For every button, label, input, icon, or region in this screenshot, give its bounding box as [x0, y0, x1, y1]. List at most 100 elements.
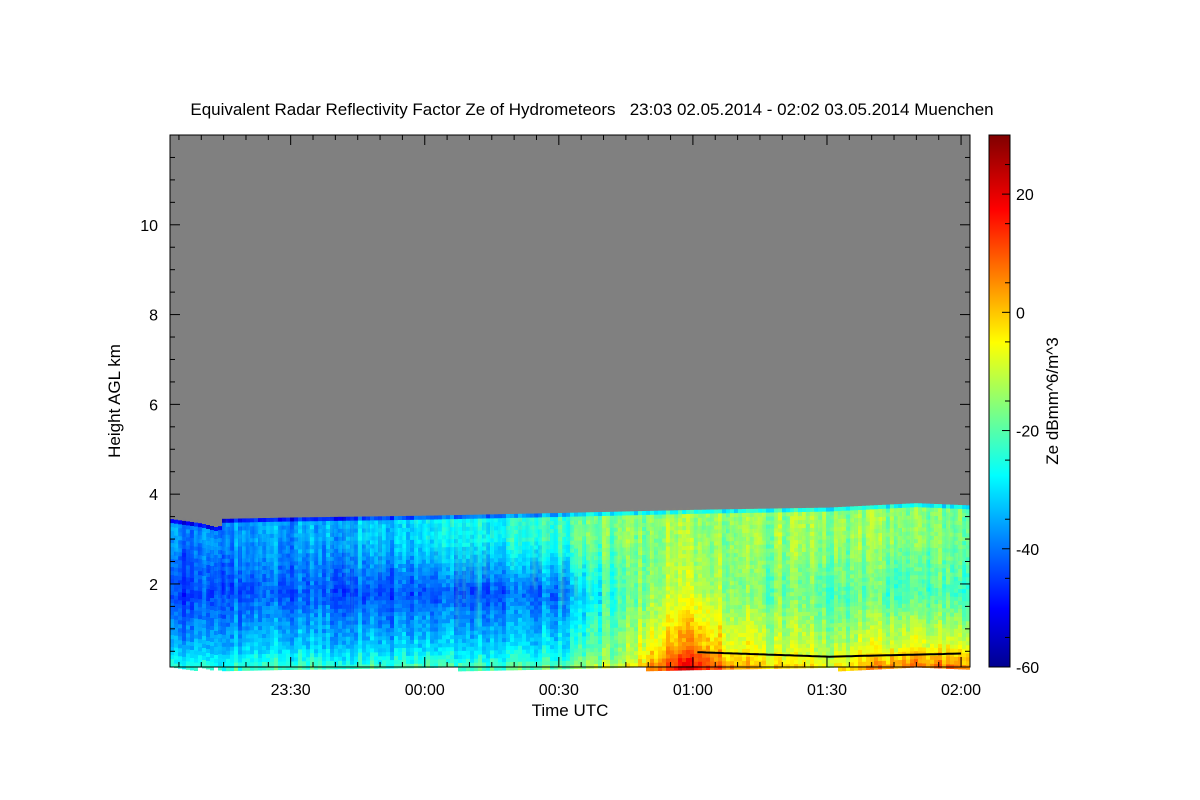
ze-cell — [270, 617, 274, 623]
ze-cell — [578, 616, 582, 621]
ze-cell — [530, 637, 534, 642]
ze-cell — [610, 615, 614, 621]
ze-cell — [682, 566, 686, 571]
ze-cell — [670, 606, 674, 611]
ze-cell — [318, 633, 322, 638]
ze-cell — [370, 604, 374, 609]
ze-cell — [294, 597, 298, 602]
ze-cell — [582, 616, 586, 621]
ze-cell — [494, 570, 498, 575]
ze-cell — [378, 592, 382, 597]
ze-cell — [514, 653, 518, 659]
ze-cell — [434, 575, 438, 580]
ze-cell — [214, 527, 218, 532]
ze-cell — [278, 625, 282, 631]
ze-cell — [370, 632, 374, 637]
ze-cell — [486, 614, 490, 619]
ze-cell — [654, 606, 658, 612]
ze-cell — [522, 613, 526, 619]
ze-cell — [326, 637, 330, 642]
ze-cell — [382, 524, 386, 529]
ze-cell — [418, 615, 422, 621]
ze-cell — [226, 606, 230, 612]
ze-cell — [566, 512, 570, 518]
ze-cell — [362, 600, 366, 605]
ze-cell — [606, 511, 610, 517]
ze-cell — [282, 609, 286, 614]
ze-cell — [490, 642, 494, 647]
ze-cell — [206, 545, 210, 550]
ze-cell — [538, 573, 542, 578]
ze-cell — [178, 612, 182, 617]
ze-cell — [534, 513, 538, 518]
ze-cell — [582, 604, 586, 609]
ze-cell — [598, 536, 602, 541]
ze-cell — [486, 594, 490, 599]
ze-cell — [438, 611, 442, 616]
ze-cell — [542, 653, 546, 658]
ze-cell — [262, 634, 266, 639]
ze-cell — [614, 635, 618, 641]
ze-cell — [334, 628, 338, 634]
ze-cell — [270, 601, 274, 607]
ze-cell — [670, 510, 674, 515]
ze-cell — [478, 514, 482, 519]
ze-cell — [286, 613, 290, 618]
ze-cell — [654, 562, 658, 568]
ze-cell — [366, 576, 370, 581]
ze-cell — [606, 651, 610, 657]
ze-cell — [678, 602, 682, 607]
ze-cell — [618, 619, 622, 624]
ze-cell — [506, 638, 510, 643]
ze-cell — [182, 640, 186, 646]
ze-cell — [214, 531, 218, 536]
ze-cell — [226, 618, 230, 624]
ze-cell — [622, 615, 626, 620]
ze-cell — [514, 601, 518, 607]
ze-cell — [450, 571, 454, 576]
ze-cell — [530, 645, 534, 650]
ze-cell — [578, 648, 582, 653]
ze-cell — [462, 650, 466, 656]
ze-cell — [574, 640, 578, 645]
ze-cell — [418, 651, 422, 657]
ze-cell — [434, 647, 438, 652]
ze-cell — [242, 598, 246, 603]
ze-cell — [362, 652, 366, 657]
ze-cell — [434, 579, 438, 584]
ze-cell — [318, 653, 322, 658]
ze-cell — [626, 631, 630, 636]
ze-cell — [654, 582, 658, 588]
ze-cell — [442, 619, 446, 624]
ze-cell — [522, 589, 526, 595]
ze-cell — [358, 580, 362, 585]
ze-cell — [270, 569, 274, 575]
ze-cell — [170, 607, 174, 612]
ze-cell — [254, 642, 258, 647]
ze-cell — [238, 650, 242, 655]
ze-cell — [334, 636, 338, 642]
ze-cell — [678, 618, 682, 623]
ze-cell — [530, 665, 534, 670]
ze-cell — [506, 514, 510, 519]
ze-cell — [234, 578, 238, 583]
ze-cell — [346, 516, 350, 522]
ze-cell — [638, 591, 642, 596]
ze-cell — [342, 588, 346, 594]
ze-cell — [678, 562, 682, 567]
ze-cell — [170, 539, 174, 544]
ze-cell — [194, 598, 198, 603]
ze-cell — [238, 654, 242, 659]
ze-cell — [538, 629, 542, 634]
ze-cell — [362, 576, 366, 581]
ze-cell — [294, 577, 298, 582]
ze-cell — [470, 626, 474, 632]
ze-cell — [358, 628, 362, 633]
ze-cell — [570, 612, 574, 618]
ze-cell — [366, 580, 370, 585]
ze-cell — [230, 622, 234, 628]
ze-cell — [550, 577, 554, 582]
ze-cell — [442, 631, 446, 636]
ze-cell — [298, 517, 302, 522]
ze-cell — [226, 518, 230, 524]
